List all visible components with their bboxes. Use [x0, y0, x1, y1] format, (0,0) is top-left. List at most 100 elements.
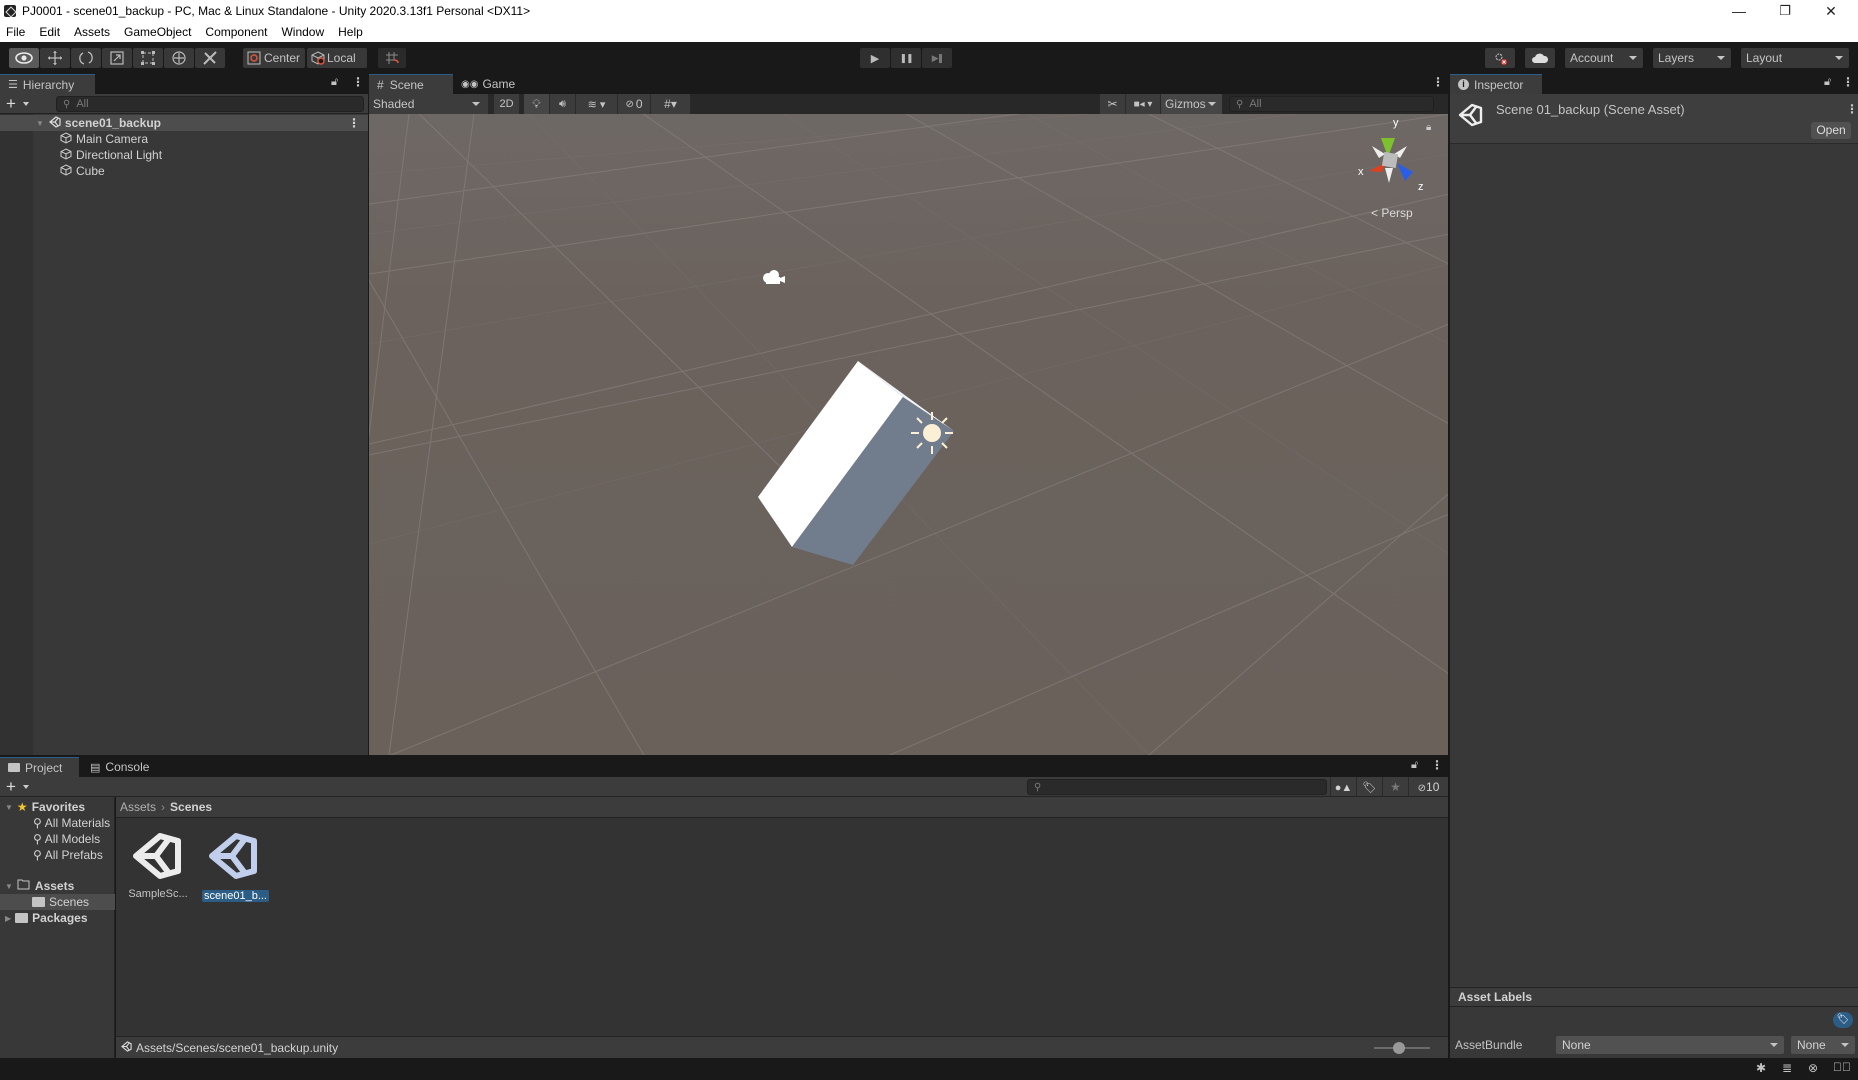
breadcrumb-assets[interactable]: Assets: [120, 800, 156, 814]
custom-tool-button[interactable]: [195, 48, 225, 68]
2d-toggle-button[interactable]: 2D: [494, 94, 520, 114]
camera-gizmo-icon[interactable]: [762, 269, 786, 288]
shading-mode-dropdown[interactable]: Shaded: [369, 94, 489, 114]
lighting-toggle[interactable]: 💡︎: [524, 94, 550, 114]
move-tool-button[interactable]: [40, 48, 70, 68]
cube-object[interactable]: [369, 114, 1448, 755]
step-button[interactable]: ▶❚: [922, 48, 952, 68]
chevron-down-icon[interactable]: [23, 785, 29, 789]
scene-options-icon[interactable]: ⋮: [348, 116, 360, 130]
tree-item-favorites[interactable]: ▼ ★ Favorites: [0, 799, 115, 815]
tab-scene[interactable]: # Scene: [369, 74, 453, 94]
menu-edit[interactable]: Edit: [32, 25, 67, 39]
rotate-tool-button[interactable]: [71, 48, 101, 68]
scene-root-row[interactable]: ▼ scene01_backup ⋮: [0, 115, 368, 131]
filter-by-type-button[interactable]: ●▲: [1330, 777, 1356, 797]
pivot-mode-button[interactable]: Center: [243, 48, 305, 68]
scene-search-input[interactable]: ⚲ All: [1229, 96, 1434, 112]
tree-item-all-materials[interactable]: ⚲ All Materials: [0, 815, 115, 831]
collab-button[interactable]: [1485, 48, 1515, 68]
more-options-icon[interactable]: ⋮: [352, 75, 364, 89]
icon-size-slider[interactable]: [1374, 1042, 1430, 1054]
layout-dropdown[interactable]: Layout: [1741, 48, 1849, 68]
tools-toggle[interactable]: ✂︎: [1100, 94, 1126, 114]
menu-gameobject[interactable]: GameObject: [117, 25, 198, 39]
assetbundle-variant-dropdown[interactable]: None: [1791, 1036, 1855, 1054]
tab-inspector[interactable]: i Inspector: [1450, 74, 1542, 94]
expand-arrow-icon[interactable]: ▼: [36, 119, 44, 128]
filter-by-label-button[interactable]: 🏷︎: [1356, 777, 1382, 797]
open-button[interactable]: Open: [1811, 122, 1851, 139]
camera-dropdown[interactable]: ■◂ ▾: [1126, 94, 1161, 114]
add-button[interactable]: +: [6, 94, 16, 114]
pivot-rotation-button[interactable]: Local: [307, 48, 367, 68]
tree-item-assets[interactable]: ▼ Assets: [0, 878, 115, 894]
tab-hierarchy[interactable]: ☰ Hierarchy: [0, 74, 95, 94]
gizmo-lock-icon[interactable]: 🔒︎: [1426, 122, 1431, 133]
create-button[interactable]: +: [6, 777, 16, 797]
more-options-icon[interactable]: ⋮: [1842, 75, 1854, 89]
gizmos-dropdown[interactable]: Gizmos: [1161, 94, 1223, 114]
hierarchy-search-input[interactable]: ⚲ All: [56, 96, 364, 112]
cache-icon[interactable]: ≣: [1782, 1061, 1792, 1075]
pause-button[interactable]: ❚❚: [891, 48, 921, 68]
tree-item-all-models[interactable]: ⚲ All Models: [0, 831, 115, 847]
more-options-icon[interactable]: ⋮: [1431, 758, 1443, 772]
hierarchy-item[interactable]: Directional Light: [0, 147, 368, 163]
breadcrumb-scenes[interactable]: Scenes: [170, 800, 212, 814]
effects-dropdown[interactable]: ≋ ▾: [576, 94, 618, 114]
minimize-button[interactable]: —: [1716, 0, 1762, 22]
asset-labels-header[interactable]: Asset Labels: [1450, 987, 1858, 1007]
expand-arrow-icon[interactable]: ▶: [5, 914, 11, 923]
more-options-icon[interactable]: ⋮: [1432, 75, 1444, 89]
scale-tool-button[interactable]: [102, 48, 132, 68]
restore-button[interactable]: ❐: [1762, 0, 1808, 22]
more-options-icon[interactable]: ⋮: [1846, 102, 1858, 116]
close-button[interactable]: ✕: [1808, 0, 1854, 22]
account-dropdown[interactable]: Account: [1565, 48, 1643, 68]
tree-item-scenes[interactable]: Scenes: [0, 894, 115, 910]
view-tool-button[interactable]: [9, 48, 39, 68]
check-circle-icon[interactable]: ✓⃝: [1833, 1060, 1851, 1074]
tab-game[interactable]: ◉◉ Game: [453, 74, 523, 94]
grid-snap-button[interactable]: [378, 48, 406, 68]
debug-icon[interactable]: ✱: [1756, 1061, 1766, 1075]
asset-item[interactable]: SampleSc...: [126, 831, 190, 900]
auto-generate-lighting-icon[interactable]: ⊗: [1808, 1061, 1818, 1075]
tab-console[interactable]: ▤ Console: [82, 757, 162, 777]
rect-tool-button[interactable]: [133, 48, 163, 68]
expand-arrow-icon[interactable]: ▼: [5, 882, 13, 891]
projection-toggle[interactable]: < Persp: [1371, 206, 1413, 220]
tree-item-all-prefabs[interactable]: ⚲ All Prefabs: [0, 847, 115, 863]
tab-project[interactable]: Project: [0, 757, 79, 777]
hidden-objects-toggle[interactable]: ⊘ 0: [618, 94, 651, 114]
menu-file[interactable]: File: [0, 25, 32, 39]
transform-tool-button[interactable]: [164, 48, 194, 68]
assetbundle-dropdown[interactable]: None: [1556, 1036, 1784, 1054]
layers-dropdown[interactable]: Layers: [1653, 48, 1731, 68]
tag-icon[interactable]: 🏷︎: [1833, 1012, 1853, 1028]
project-search-input[interactable]: ⚲: [1027, 779, 1327, 795]
menu-assets[interactable]: Assets: [67, 25, 117, 39]
lock-icon[interactable]: 🔓︎: [1411, 759, 1418, 772]
cloud-button[interactable]: [1525, 48, 1555, 68]
hierarchy-item[interactable]: Cube: [0, 163, 368, 179]
play-button[interactable]: ▶: [860, 48, 890, 68]
hierarchy-item[interactable]: Main Camera: [0, 131, 368, 147]
scene-viewport[interactable]: y x z 🔒︎ < Persp: [369, 114, 1448, 755]
menu-window[interactable]: Window: [274, 25, 331, 39]
asset-item-selected[interactable]: scene01_b...: [202, 831, 269, 902]
lock-icon[interactable]: 🔓︎: [331, 76, 338, 89]
hidden-packages-toggle[interactable]: ⊘10: [1408, 777, 1448, 797]
menu-component[interactable]: Component: [198, 25, 274, 39]
favorites-button[interactable]: ★: [1382, 777, 1408, 797]
grid-dropdown[interactable]: #▾: [651, 94, 691, 114]
lock-icon[interactable]: 🔓︎: [1824, 76, 1831, 89]
directional-light-gizmo-icon[interactable]: [910, 411, 954, 458]
slider-handle[interactable]: [1393, 1042, 1406, 1054]
expand-arrow-icon[interactable]: ▼: [5, 803, 13, 812]
chevron-down-icon[interactable]: [23, 102, 29, 106]
menu-help[interactable]: Help: [331, 25, 370, 39]
tree-item-packages[interactable]: ▶ Packages: [0, 910, 115, 926]
audio-toggle[interactable]: 🔊︎: [550, 94, 576, 114]
